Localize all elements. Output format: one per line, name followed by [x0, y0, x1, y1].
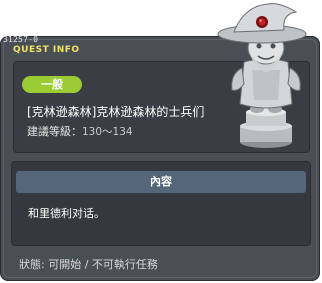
level-label: 建議等級： [27, 125, 82, 138]
content-header: 內容 [16, 171, 306, 193]
quest-title: [克林逊森林]克林逊森林的士兵们 [27, 105, 205, 119]
quest-status: 狀態: 可開始 / 不可執行任務 [19, 258, 158, 271]
level-value: 130～134 [82, 126, 133, 138]
quest-id: 31257-0 [3, 35, 39, 44]
category-badge: 一般 [22, 76, 82, 93]
recommended-level: 建議等級：130～134 [27, 123, 133, 139]
wizard-statue-icon [217, 3, 307, 148]
content-text: 和里德利对话。 [28, 207, 105, 220]
panel-title: QUEST INFO [13, 45, 80, 55]
